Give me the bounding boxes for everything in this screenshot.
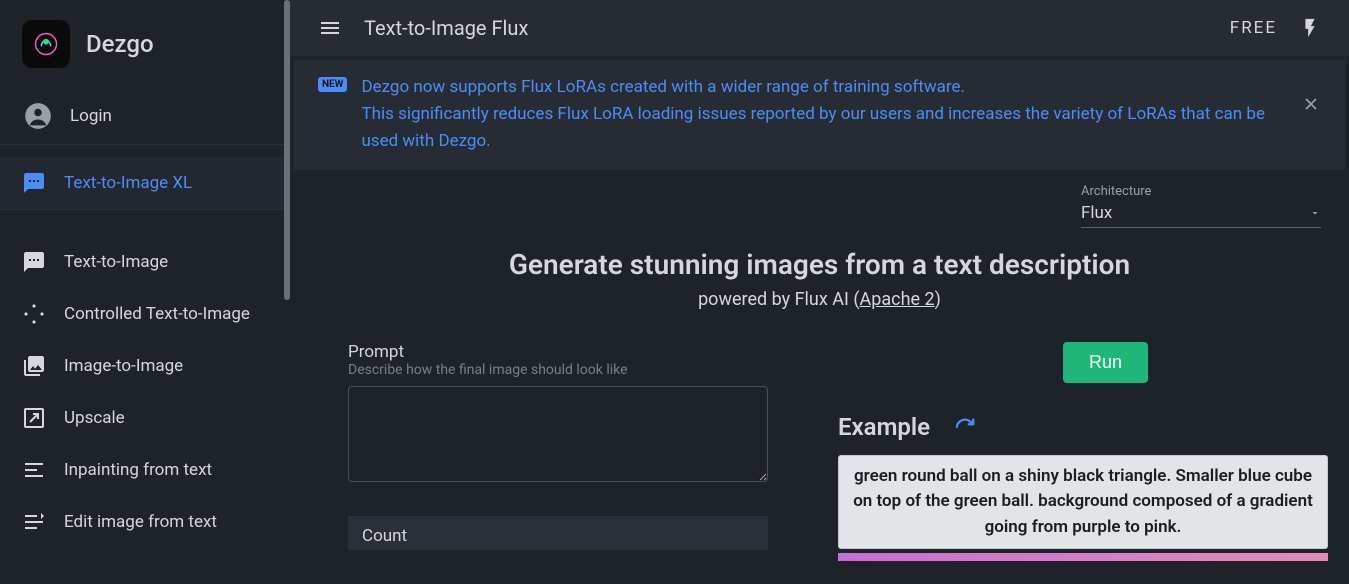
nav-label: Text-to-Image XL [64, 173, 192, 193]
sms-icon [22, 171, 46, 195]
nav-label: Edit image from text [64, 512, 217, 532]
logo-row[interactable]: Dezgo [0, 0, 290, 88]
nav-controlled-text-to-image[interactable]: Controlled Text-to-Image [0, 288, 290, 340]
nav-label: Image-to-Image [64, 356, 183, 376]
main: Text-to-Image Flux FREE NEW Dezgo now su… [290, 0, 1349, 584]
announcement-banner: NEW Dezgo now supports Flux LoRAs create… [294, 60, 1345, 170]
hero-title: Generate stunning images from a text des… [318, 248, 1321, 281]
content: Architecture Flux Generate stunning imag… [290, 174, 1349, 584]
inpaint-icon [22, 458, 46, 482]
nav-text-to-image[interactable]: Text-to-Image [0, 236, 290, 288]
banner-line2: This significantly reduces Flux LoRA loa… [361, 104, 1265, 151]
login-label: Login [70, 106, 112, 126]
apache-link[interactable]: Apache 2 [860, 289, 935, 310]
prompt-hint: Describe how the final image should look… [348, 362, 798, 378]
hero-sub-prefix: powered by Flux AI ( [698, 289, 859, 310]
refresh-icon[interactable] [954, 416, 976, 438]
topbar: Text-to-Image Flux FREE [290, 0, 1349, 56]
nav-label: Controlled Text-to-Image [64, 304, 250, 324]
hamburger-icon[interactable] [318, 16, 342, 40]
control-icon [22, 302, 46, 326]
hero-subtitle: powered by Flux AI (Apache 2) [318, 289, 1321, 310]
prompt-label: Prompt [348, 342, 798, 362]
count-block: Count [348, 516, 768, 550]
close-icon[interactable] [1301, 94, 1321, 114]
sidebar: Dezgo Login Text-to-Image XL Text-to-Ima… [0, 0, 290, 584]
hero-sub-suffix: ) [935, 289, 941, 310]
upscale-icon [22, 406, 46, 430]
banner-text: Dezgo now supports Flux LoRAs created wi… [361, 74, 1287, 156]
nav-image-to-image[interactable]: Image-to-Image [0, 340, 290, 392]
count-label: Count [362, 526, 754, 546]
nav-text-to-image-xl[interactable]: Text-to-Image XL [0, 157, 290, 210]
nav-label: Text-to-Image [64, 252, 168, 272]
banner-line1: Dezgo now supports Flux LoRAs created wi… [361, 77, 965, 97]
edit-icon [22, 510, 46, 534]
prompt-textarea[interactable] [348, 386, 768, 482]
architecture-value: Flux [1081, 203, 1112, 223]
run-button[interactable]: Run [1063, 342, 1148, 383]
example-title: Example [838, 413, 930, 441]
chevron-down-icon [1309, 207, 1321, 219]
nav-section: Text-to-Image XL Text-to-Image Controlle… [0, 145, 290, 560]
nav-upscale[interactable]: Upscale [0, 392, 290, 444]
architecture-select[interactable]: Architecture Flux [1081, 184, 1321, 228]
nav-label: Inpainting from text [64, 460, 212, 480]
logo-icon [22, 20, 70, 68]
example-text[interactable]: green round ball on a shiny black triang… [838, 455, 1328, 550]
free-label: FREE [1230, 18, 1277, 38]
scrollbar[interactable] [284, 0, 290, 300]
nav-inpainting-from-text[interactable]: Inpainting from text [0, 444, 290, 496]
person-icon [24, 102, 52, 130]
sms-icon [22, 250, 46, 274]
example-preview [838, 553, 1328, 561]
architecture-label: Architecture [1081, 184, 1321, 199]
new-badge: NEW [318, 77, 347, 92]
image-icon [22, 354, 46, 378]
login-button[interactable]: Login [0, 88, 290, 145]
nav-edit-image-from-text[interactable]: Edit image from text [0, 496, 290, 548]
page-title: Text-to-Image Flux [364, 16, 1208, 40]
bolt-icon[interactable] [1299, 17, 1321, 39]
nav-label: Upscale [64, 408, 125, 428]
app-name: Dezgo [86, 30, 154, 58]
